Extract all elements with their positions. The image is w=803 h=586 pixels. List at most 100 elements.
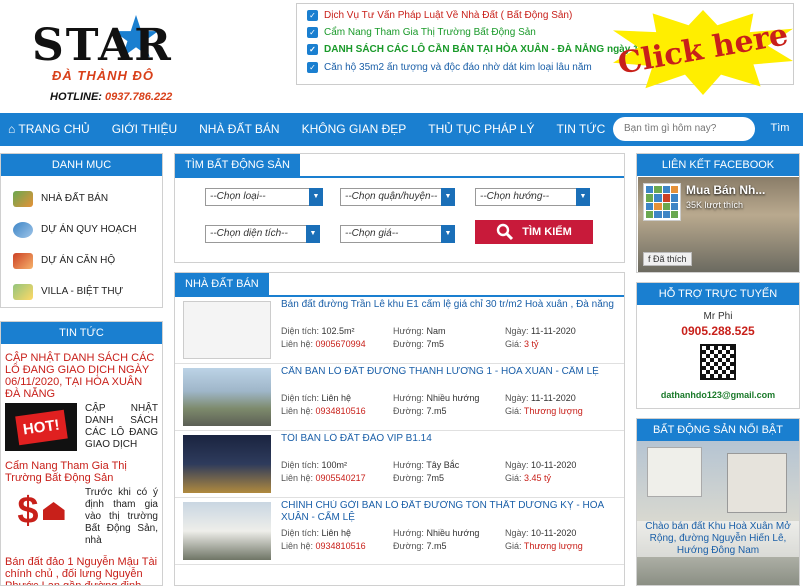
- site-logo[interactable]: ★ STAR ĐÀ THÀNH ĐÔ: [30, 6, 215, 86]
- qr-code-icon: [700, 344, 736, 380]
- nav-item-for-sale[interactable]: NHÀ ĐẤT BÁN: [188, 113, 290, 146]
- listing-area: Diện tích: Liên hệ: [281, 528, 352, 538]
- nav-item-spaces[interactable]: KHÔNG GIAN ĐẸP: [291, 113, 418, 146]
- price-select[interactable]: --Chọn giá-- ▼: [340, 225, 455, 243]
- category-item[interactable]: DỰ ÁN CĂN HỘ: [1, 245, 162, 276]
- listing-date: Ngày: 11-11-2020: [505, 393, 576, 403]
- support-email[interactable]: dathanhdo123@gmail.com: [637, 390, 799, 400]
- featured-image[interactable]: Chào bán đất Khu Hoà Xuân Mở Rộng, đường…: [637, 441, 799, 585]
- villa-icon: [13, 283, 33, 300]
- listing-title[interactable]: CHÍNH CHỦ GỞI BÁN LÔ ĐẤT ĐƯỜNG TÔN THẤT …: [281, 500, 621, 524]
- listing-title[interactable]: Bán đất đường Trần Lê khu E1 cẩm lệ giá …: [281, 299, 621, 311]
- listing-phone: Liên hệ: 0905540217: [281, 473, 366, 483]
- house-icon: [42, 502, 65, 520]
- listing-road: Đường: 7.m5: [393, 541, 447, 551]
- category-item[interactable]: NHÀ ĐẤT BÁN: [1, 183, 162, 214]
- listing-road: Đường: 7m5: [393, 339, 444, 349]
- listing-phone: Liên hệ: 0934810516: [281, 406, 366, 416]
- nav-item-home[interactable]: ⌂ TRANG CHỦ: [0, 113, 101, 146]
- facebook-page-name[interactable]: Mua Bán Nh...: [686, 183, 765, 197]
- logo-text: STAR: [32, 20, 173, 71]
- nav-item-legal[interactable]: THỦ TỤC PHÁP LÝ: [417, 113, 545, 146]
- listing-area: Diện tích: 102.5m²: [281, 326, 355, 336]
- check-icon: ✓: [307, 44, 318, 55]
- hotline-label: HOTLINE:: [50, 91, 102, 103]
- facebook-like-button[interactable]: f Đã thích: [643, 252, 692, 266]
- property-search-panel: TÌM BẤT ĐỘNG SẢN --Chọn loại-- ▼ --Chọn q…: [174, 153, 625, 263]
- category-item[interactable]: VILLA - BIỆT THỰ: [1, 276, 162, 307]
- direction-select[interactable]: --Chọn hướng-- ▼: [475, 188, 590, 206]
- facebook-icon: f: [648, 254, 651, 264]
- listing-title[interactable]: CẦN BÁN LÔ ĐẤT ĐƯỜNG THANH LƯƠNG 1 - HÒA…: [281, 366, 621, 378]
- support-phone[interactable]: 0905.288.525: [637, 324, 799, 338]
- listing-divider: [175, 564, 624, 565]
- district-select[interactable]: --Chọn quận/huyện-- ▼: [340, 188, 455, 206]
- listing-road: Đường: 7m5: [393, 473, 444, 483]
- search-submit-button[interactable]: TÌM KIẾM: [475, 220, 593, 244]
- listing-thumbnail[interactable]: [183, 301, 271, 359]
- nav-item-news[interactable]: TIN TỨC: [546, 113, 617, 146]
- check-icon: ✓: [307, 62, 318, 73]
- listing-item[interactable]: CẦN BÁN LÔ ĐẤT ĐƯỜNG THANH LƯƠNG 1 - HÒA…: [175, 364, 624, 430]
- featured-panel: BẤT ĐỘNG SẢN NỔI BẬT Chào bán đất Khu Ho…: [636, 418, 800, 586]
- listing-date: Ngày: 11-11-2020: [505, 326, 576, 336]
- listing-thumbnail[interactable]: [183, 368, 271, 426]
- news-post-title[interactable]: CẬP NHẬT DANH SÁCH CÁC LÔ ĐANG GIAO DỊCH…: [1, 349, 162, 400]
- featured-caption[interactable]: Chào bán đất Khu Hoà Xuân Mở Rộng, đường…: [637, 521, 799, 557]
- chevron-down-icon: ▼: [441, 188, 455, 206]
- facebook-cover[interactable]: Mua Bán Nh... 35K lượt thích f Đã thích: [638, 177, 799, 272]
- news-post-title[interactable]: Bán đất đảo 1 Nguyễn Mậu Tài chính chủ ,…: [1, 550, 162, 585]
- listing-thumbnail[interactable]: [183, 435, 271, 493]
- land-icon: [13, 190, 33, 207]
- hotline: HOTLINE: 0937.786.222: [50, 91, 172, 103]
- logo-subtitle: ĐÀ THÀNH ĐÔ: [52, 68, 154, 83]
- listings-panel: NHÀ ĐẤT BÁN Bán đất đường Trần Lê khu E1…: [174, 272, 625, 586]
- support-name: Mr Phi: [703, 311, 733, 322]
- listing-price: Giá: Thương lượng: [505, 541, 583, 551]
- category-panel: DANH MỤC NHÀ ĐẤT BÁN DỰ ÁN QUY HOẠCH DỰ …: [0, 153, 163, 308]
- news-thumbnail[interactable]: $: [5, 487, 77, 535]
- listing-date: Ngày: 10-11-2020: [505, 460, 577, 470]
- type-select[interactable]: --Chọn loại-- ▼: [205, 188, 323, 206]
- category-item[interactable]: DỰ ÁN QUY HOẠCH: [1, 214, 162, 245]
- news-panel: TIN TỨC CẬP NHẬT DANH SÁCH CÁC LÔ ĐANG G…: [0, 321, 163, 586]
- news-item[interactable]: ✓ Dịch Vụ Tư Vấn Pháp Luật Về Nhà Đất ( B…: [307, 10, 572, 21]
- chevron-down-icon: ▼: [576, 188, 590, 206]
- hotline-number: 0937.786.222: [105, 91, 173, 103]
- search-panel-title: TÌM BẤT ĐỘNG SẢN: [175, 154, 300, 176]
- news-excerpt: CẬP NHẬT DANH SÁCH CÁC LÔ ĐANG GIAO DỊCH: [85, 403, 158, 450]
- listing-title[interactable]: TÔI BÁN LÔ ĐẤT ĐẢO VIP B1.14: [281, 433, 621, 445]
- listing-price: Giá: 3 tỷ: [505, 339, 539, 349]
- listing-thumbnail[interactable]: [183, 502, 271, 560]
- facebook-page-avatar: [643, 183, 681, 221]
- house-icon: [13, 252, 33, 269]
- facebook-title: LIÊN KẾT FACEBOOK: [637, 154, 799, 176]
- listing-price: Giá: 3.45 tỷ: [505, 473, 552, 483]
- search-input[interactable]: [613, 117, 755, 141]
- news-thumbnail[interactable]: HOT!: [5, 403, 77, 451]
- listing-item[interactable]: Bán đất đường Trần Lê khu E1 cẩm lệ giá …: [175, 297, 624, 363]
- check-icon: ✓: [307, 10, 318, 21]
- support-panel: HỖ TRỢ TRỰC TUYẾN Mr Phi 0905.288.525 da…: [636, 282, 800, 409]
- category-title: DANH MỤC: [1, 154, 162, 176]
- nav-item-about[interactable]: GIỚI THIỆU: [101, 113, 188, 146]
- news-item[interactable]: ✓ Cẩm Nang Tham Gia Thị Trường Bất Động S…: [307, 27, 536, 38]
- listing-area: Diện tích: Liên hệ: [281, 393, 352, 403]
- facebook-panel: LIÊN KẾT FACEBOOK Mua Bán Nh... 35K lượt…: [636, 153, 800, 273]
- click-here-banner[interactable]: Click here: [613, 10, 793, 95]
- news-title: TIN TỨC: [1, 322, 162, 344]
- listing-road: Đường: 7.m5: [393, 406, 447, 416]
- listing-phone: Liên hệ: 0934810516: [281, 541, 366, 551]
- support-title: HỖ TRỢ TRỰC TUYẾN: [637, 283, 799, 305]
- search-button[interactable]: Tìm: [760, 113, 800, 146]
- news-post: $ Trước khi có ý định tham gia vào thị t…: [1, 484, 162, 550]
- news-post-title[interactable]: Cẩm Nang Tham Gia Thị Trường Bất Động Sả…: [1, 454, 162, 484]
- area-select[interactable]: --Chọn diện tích-- ▼: [205, 225, 320, 243]
- listing-item[interactable]: CHÍNH CHỦ GỞI BÁN LÔ ĐẤT ĐƯỜNG TÔN THẤT …: [175, 498, 624, 564]
- listing-item[interactable]: TÔI BÁN LÔ ĐẤT ĐẢO VIP B1.14 Diện tích: 1…: [175, 431, 624, 497]
- listing-area: Diện tích: 100m²: [281, 460, 348, 470]
- listing-phone: Liên hệ: 0905670994: [281, 339, 366, 349]
- news-item[interactable]: ✓ Căn hộ 35m2 ấn tượng và độc đáo nhờ dát…: [307, 62, 592, 73]
- listing-direction: Hướng: Nhiều hướng: [393, 528, 480, 538]
- listing-price: Giá: Thương lượng: [505, 406, 583, 416]
